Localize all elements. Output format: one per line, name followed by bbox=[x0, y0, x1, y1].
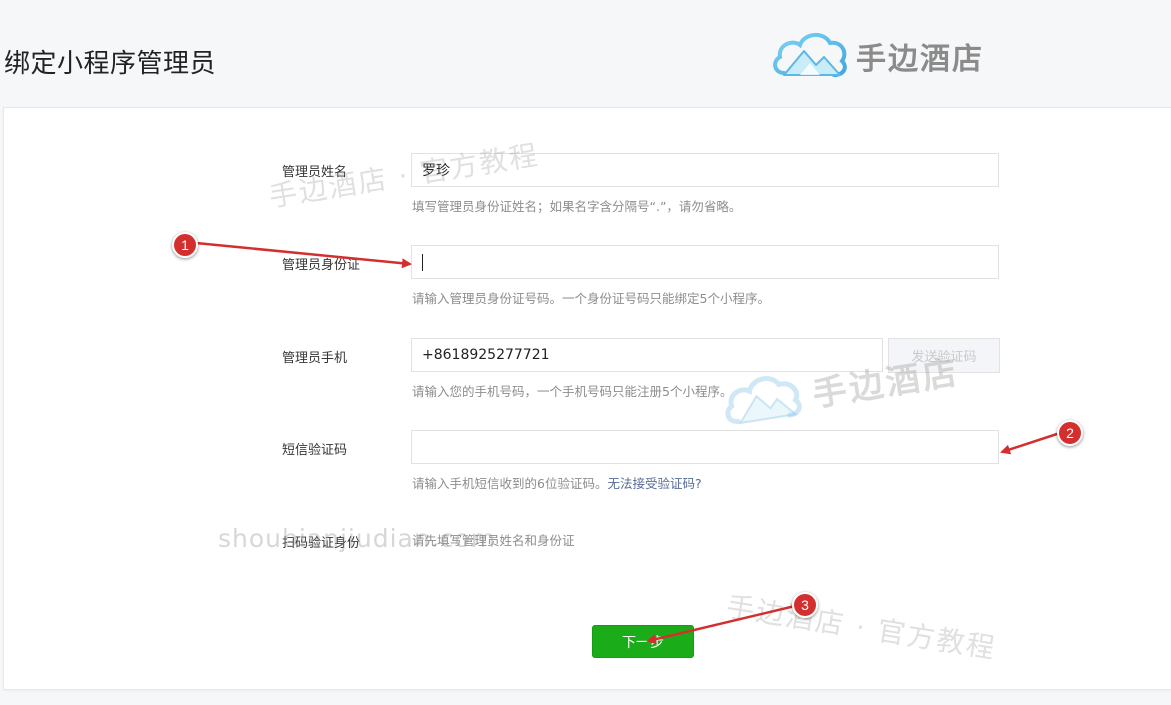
admin-id-hint: 请输入管理员身份证号码。一个身份证号码只能绑定5个小程序。 bbox=[412, 291, 770, 306]
sms-help-link[interactable]: 无法接受验证码? bbox=[607, 476, 701, 491]
scan-verify-text: 请先填写管理员姓名和身份证 bbox=[412, 533, 575, 548]
sms-code-input[interactable] bbox=[411, 430, 999, 464]
next-step-button[interactable]: 下一步 bbox=[592, 625, 694, 658]
send-code-button[interactable]: 发送验证码 bbox=[888, 338, 1000, 373]
admin-name-label: 管理员姓名 bbox=[282, 165, 348, 180]
admin-phone-hint: 请输入您的手机号码，一个手机号码只能注册5个小程序。 bbox=[412, 384, 733, 399]
step-badge-2: 2 bbox=[1057, 420, 1083, 446]
admin-name-value: 罗珍 bbox=[422, 163, 450, 179]
admin-id-input[interactable] bbox=[411, 245, 999, 279]
cloud-mountain-logo-icon bbox=[770, 25, 850, 87]
admin-name-hint: 填写管理员身份证姓名；如果名字含分隔号“.”，请勿省略。 bbox=[412, 199, 742, 214]
admin-phone-label: 管理员手机 bbox=[282, 351, 348, 366]
admin-name-input[interactable]: 罗珍 bbox=[411, 153, 999, 187]
page-title: 绑定小程序管理员 bbox=[4, 49, 217, 79]
brand-logo: 手边酒店 bbox=[770, 26, 984, 86]
admin-id-label: 管理员身份证 bbox=[282, 258, 361, 273]
scan-verify-label: 扫码验证身份 bbox=[282, 536, 361, 551]
step-badge-3: 3 bbox=[792, 592, 818, 618]
step-badge-1: 1 bbox=[172, 232, 198, 258]
admin-phone-input[interactable]: +8618925277721 bbox=[411, 338, 883, 372]
sms-code-label: 短信验证码 bbox=[282, 443, 348, 458]
admin-phone-value: +8618925277721 bbox=[422, 347, 550, 363]
sms-code-hint: 请输入手机短信收到的6位验证码。 bbox=[412, 476, 608, 491]
sms-code-hint-row: 请输入手机短信收到的6位验证码。无法接受验证码? bbox=[412, 473, 702, 492]
text-cursor bbox=[422, 253, 423, 271]
brand-name: 手边酒店 bbox=[856, 42, 984, 77]
